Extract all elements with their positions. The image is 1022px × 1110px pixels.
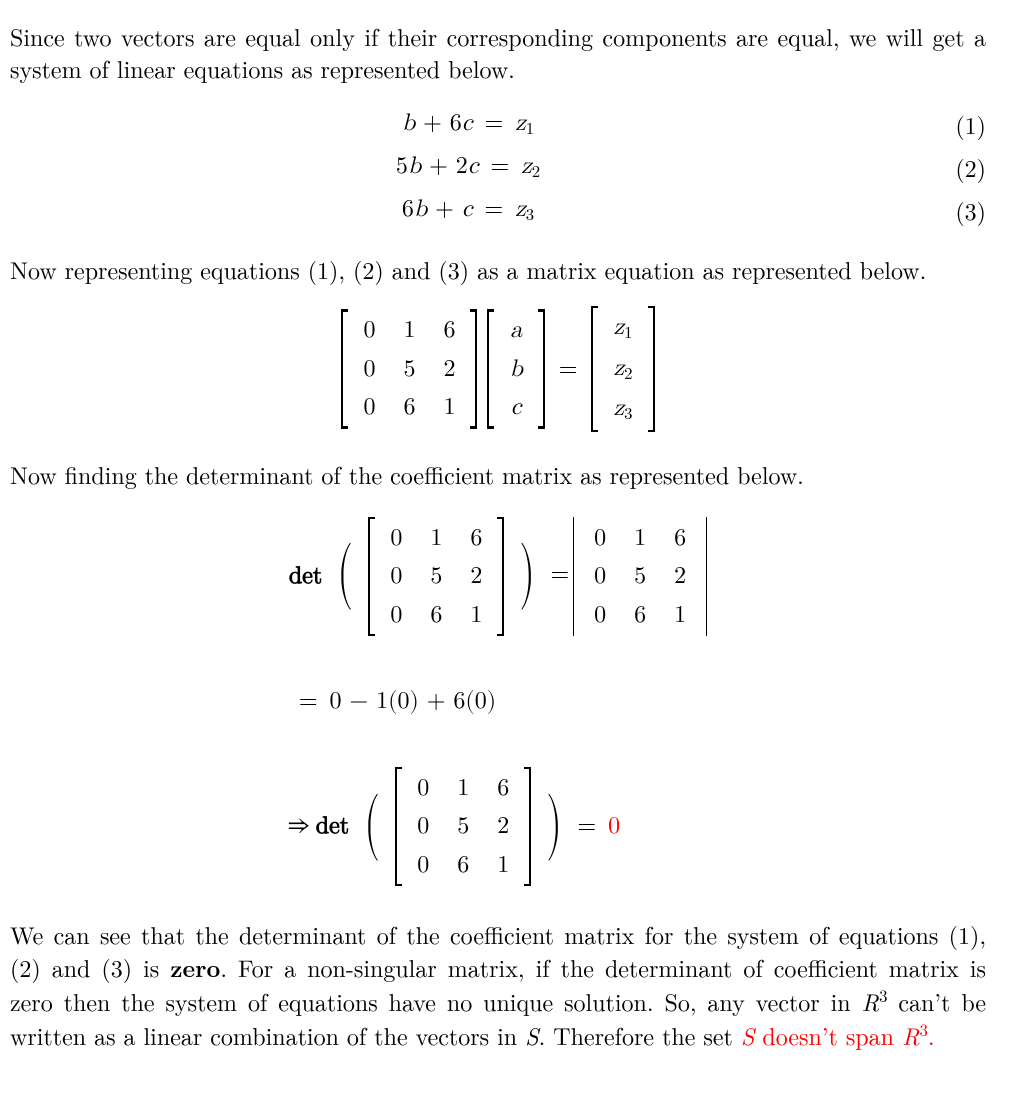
matrix-intro-paragraph: Now representing equations (1), (2) and … [10,253,986,285]
equation-body: b + 6c = z1 [10,107,926,142]
equation-system: b + 6c = z1(1)5b + 2c = z2(2)6b + c = z3… [10,107,986,228]
intro-paragraph: Since two vectors are equal only if thei… [10,20,986,85]
determinant-intro-paragraph: Now finding the determinant of the coeff… [10,458,986,490]
equation-body: 5b + 2c = z2 [10,150,926,185]
equation-body: 6b + c = z3 [10,193,926,228]
matrix-equation: 016052061abc=z1z2z3 [10,306,986,433]
determinant-computation: det(016052061)=016052061det(016052061)= … [10,511,986,893]
equation-number: (2) [926,151,986,183]
equation-number: (3) [926,194,986,226]
equation-number: (1) [926,108,986,140]
conclusion-paragraph: We can see that the determinant of the c… [10,918,986,1051]
